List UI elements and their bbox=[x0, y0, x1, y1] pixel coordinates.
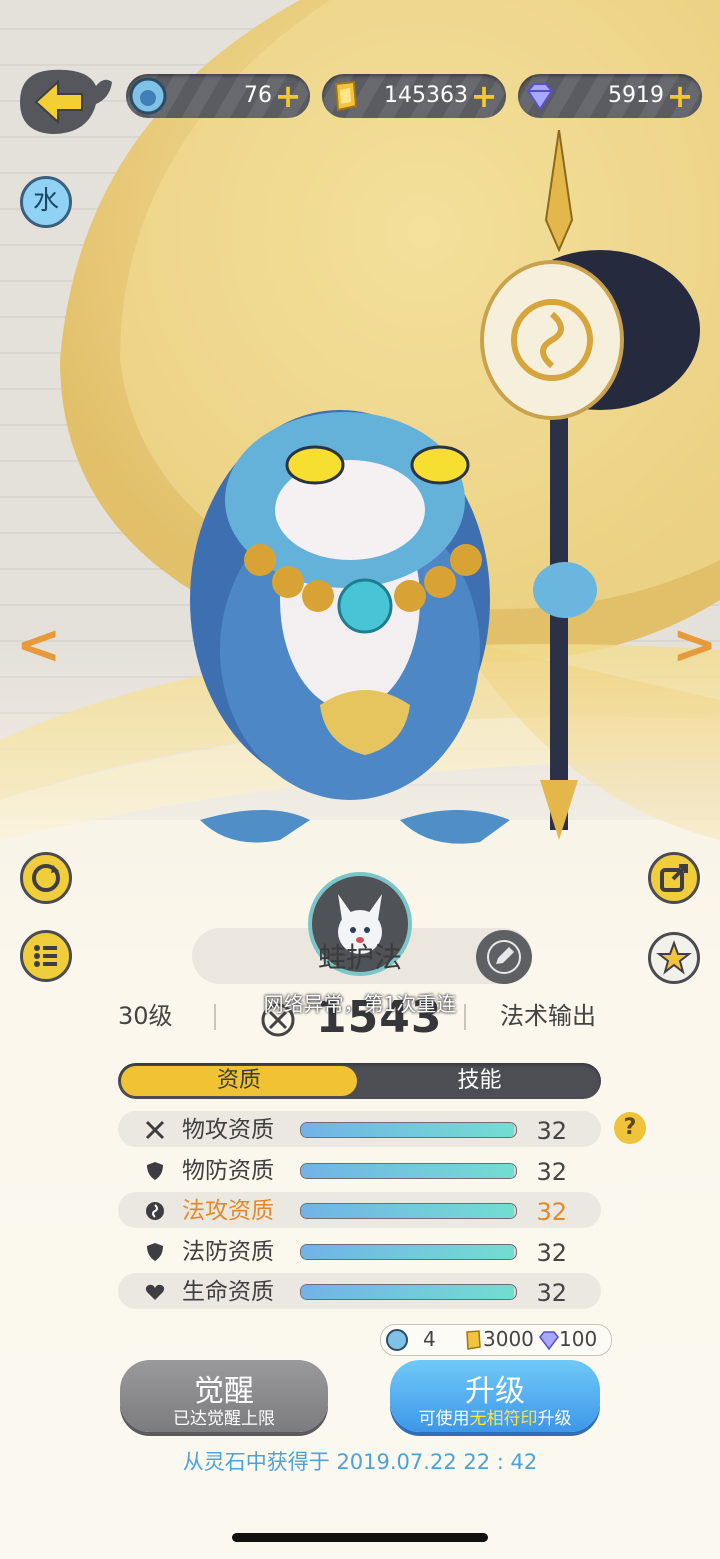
share-icon bbox=[660, 864, 688, 892]
gold-icon bbox=[334, 80, 358, 112]
reset-button[interactable] bbox=[20, 852, 72, 904]
attr-value: 32 bbox=[536, 1198, 567, 1226]
upgrade-sub-prefix: 可使用 bbox=[418, 1409, 470, 1429]
attr-bar-fill bbox=[301, 1204, 514, 1218]
pet-character bbox=[190, 130, 700, 844]
attr-bar-fill bbox=[301, 1245, 514, 1259]
cost-gold: 3000 bbox=[483, 1327, 534, 1351]
upgrade-sub-highlight: 无相符印 bbox=[469, 1409, 538, 1429]
resource-gold: 145363 + bbox=[322, 74, 506, 118]
water-element-badge: 水 bbox=[20, 176, 72, 228]
attr-label: 生命资质 bbox=[182, 1279, 274, 1305]
divider bbox=[214, 1004, 216, 1030]
tab-aptitude[interactable]: 资质 bbox=[121, 1066, 357, 1096]
home-indicator[interactable] bbox=[232, 1533, 488, 1542]
diamond-icon bbox=[526, 83, 554, 111]
share-button[interactable] bbox=[648, 852, 700, 904]
back-button[interactable] bbox=[18, 68, 113, 136]
gold-count: 145363 bbox=[384, 83, 468, 108]
cost-stone: 4 bbox=[423, 1327, 436, 1351]
attr-bar bbox=[300, 1122, 517, 1138]
gold-icon bbox=[466, 1330, 481, 1350]
add-diamond-button[interactable]: + bbox=[666, 80, 694, 112]
attr-row-magic-attack: 法攻资质 32 bbox=[118, 1192, 601, 1228]
attr-label: 法防资质 bbox=[182, 1239, 274, 1265]
cost-diamond: 100 bbox=[559, 1327, 598, 1351]
attr-value: 32 bbox=[536, 1279, 567, 1307]
attr-row-hp: 生命资质 32 bbox=[118, 1273, 601, 1309]
list-menu-button[interactable] bbox=[20, 930, 72, 982]
heart-icon bbox=[145, 1284, 165, 1300]
pet-level: 30级 bbox=[118, 1002, 173, 1030]
previous-pet-arrow[interactable]: < bbox=[16, 618, 61, 672]
attr-value: 32 bbox=[536, 1158, 567, 1186]
pencil-icon bbox=[487, 940, 521, 974]
add-gold-button[interactable]: + bbox=[470, 80, 498, 112]
resource-spirit-stone: 76 + bbox=[126, 74, 310, 118]
obtained-info: 从灵石中获得于 2019.07.22 22 : 42 bbox=[182, 1450, 538, 1474]
magic-swirl-icon bbox=[146, 1202, 164, 1220]
pet-role: 法术输出 bbox=[500, 1002, 596, 1030]
list-icon bbox=[34, 945, 57, 967]
tab-bar: 资质 技能 bbox=[118, 1063, 601, 1099]
spirit-stone-count: 76 bbox=[244, 83, 272, 108]
attr-bar-fill bbox=[301, 1123, 514, 1137]
spirit-stone-icon bbox=[129, 77, 167, 115]
star-icon bbox=[656, 940, 692, 975]
upgrade-subtitle: 可使用无相符印升级 bbox=[390, 1404, 600, 1429]
attr-label: 物攻资质 bbox=[182, 1117, 274, 1143]
attr-bar bbox=[300, 1284, 517, 1300]
awaken-button[interactable]: 觉醒 已达觉醒上限 bbox=[120, 1360, 328, 1432]
resource-diamond: 5919 + bbox=[518, 74, 702, 118]
help-button[interactable]: ? bbox=[614, 1112, 646, 1144]
refresh-icon bbox=[32, 864, 60, 892]
diamond-count: 5919 bbox=[608, 83, 664, 108]
rename-button[interactable] bbox=[476, 930, 532, 984]
attr-row-magic-defense: 法防资质 32 bbox=[118, 1233, 601, 1269]
attr-row-phys-defense: 物防资质 32 bbox=[118, 1152, 601, 1188]
attr-bar bbox=[300, 1244, 517, 1260]
diamond-icon bbox=[539, 1331, 559, 1351]
attr-label: 物防资质 bbox=[182, 1158, 274, 1184]
element-label: 水 bbox=[32, 186, 59, 216]
spirit-stone-icon bbox=[386, 1329, 408, 1351]
attr-value: 32 bbox=[536, 1117, 567, 1145]
shield-icon bbox=[147, 1162, 163, 1180]
network-toast: 网络异常，第1次重连 bbox=[263, 992, 457, 1016]
attr-bar bbox=[300, 1163, 517, 1179]
pet-name: 蛙护法 bbox=[317, 941, 402, 974]
upgrade-sub-suffix: 升级 bbox=[537, 1409, 572, 1429]
attr-bar bbox=[300, 1203, 517, 1219]
attr-value: 32 bbox=[536, 1239, 567, 1267]
attr-row-phys-attack: 物攻资质 32 bbox=[118, 1111, 601, 1147]
awaken-subtitle: 已达觉醒上限 bbox=[173, 1409, 275, 1429]
attr-bar-fill bbox=[301, 1164, 514, 1178]
tab-skills[interactable]: 技能 bbox=[358, 1063, 601, 1099]
upgrade-button[interactable]: 升级 可使用无相符印升级 bbox=[390, 1360, 600, 1432]
add-spirit-stone-button[interactable]: + bbox=[274, 80, 302, 112]
favorite-button[interactable] bbox=[648, 932, 700, 984]
shield-icon bbox=[147, 1243, 163, 1261]
upgrade-cost: 4 3000 100 bbox=[380, 1324, 612, 1356]
attr-bar-fill bbox=[301, 1285, 514, 1299]
attr-label: 法攻资质 bbox=[182, 1198, 274, 1224]
crossed-swords-icon bbox=[145, 1120, 165, 1140]
